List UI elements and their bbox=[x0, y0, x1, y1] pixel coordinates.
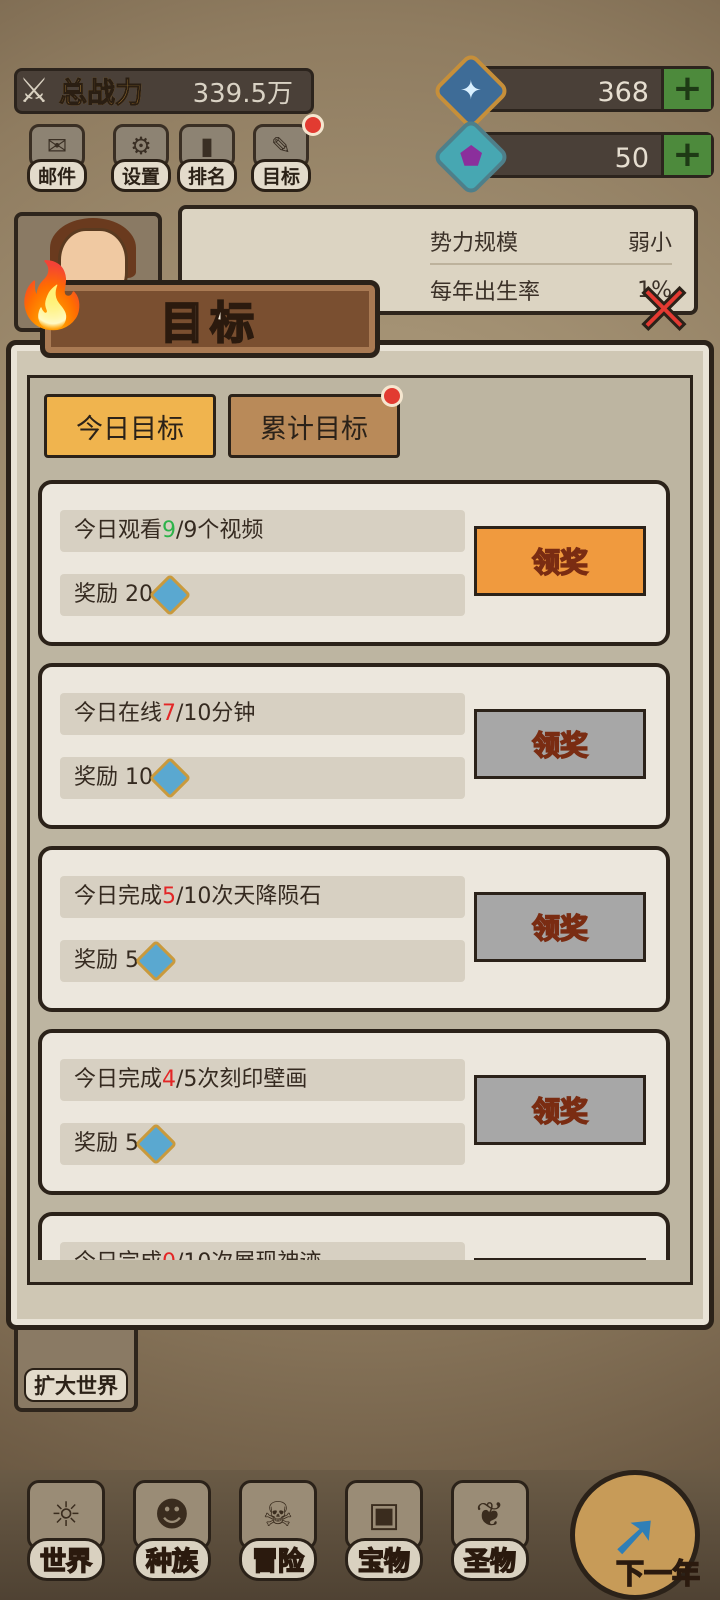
nav-adventure[interactable]: ☠ 冒险 bbox=[224, 1480, 332, 1590]
goal-list[interactable]: 今日观看9/9个视频 奖励 20 领奖 今日在线7/10分钟 奖励 10 领奖 … bbox=[34, 480, 686, 1260]
crystal-icon bbox=[134, 939, 178, 983]
goal-item: 今日完成5/10次天降陨石 奖励 5 领奖 bbox=[38, 846, 670, 1012]
tab-cumulative-goals[interactable]: 累计目标 bbox=[228, 385, 403, 458]
mail-button[interactable]: ✉ 邮件 bbox=[12, 124, 102, 192]
reward-label: 奖励 bbox=[74, 765, 119, 790]
nav-label: 宝物 bbox=[344, 1538, 423, 1581]
currency-purple-gem-panel: ⬟ 50 + bbox=[431, 117, 714, 197]
info-row-scale: 势力规模 弱小 bbox=[430, 219, 672, 265]
purple-gem-icon: ⬟ bbox=[431, 117, 511, 197]
goal-description: 今日观看9/9个视频 bbox=[60, 510, 465, 552]
goal-reward: 奖励 20 bbox=[60, 573, 465, 617]
claim-reward-button[interactable]: 领奖 bbox=[474, 1075, 646, 1145]
goal-reward: 奖励 10 bbox=[60, 756, 465, 800]
nav-treasure[interactable]: ▣ 宝物 bbox=[330, 1480, 438, 1590]
expand-world-label: 扩大世界 bbox=[24, 1368, 128, 1402]
dialog-title: 目标 bbox=[159, 297, 260, 350]
goal-target: /5次刻印壁画 bbox=[176, 1067, 308, 1092]
goal-text: 今日完成 bbox=[74, 1250, 162, 1260]
claim-reward-button[interactable]: 领奖 bbox=[474, 709, 646, 779]
goal-description: 今日完成0/10次展现神迹 bbox=[60, 1242, 465, 1260]
top-bar: ⚔ 总战力 339.5万 ✦ 368 + ⬟ 50 + ✉ 邮件 ⚙ 设置 ▮ … bbox=[0, 0, 720, 200]
tab-label: 累计目标 bbox=[260, 413, 368, 445]
tab-daily-goals[interactable]: 今日目标 bbox=[44, 394, 216, 458]
crystal-value: 368 bbox=[597, 77, 649, 108]
nav-world[interactable]: ☼ 世界 bbox=[12, 1480, 120, 1590]
crystal-icon bbox=[148, 756, 192, 800]
goals-dialog: 目标 🔥 ✕ 今日目标 累计目标 今日观看9/9个视频 奖励 20 领奖 今日在… bbox=[6, 259, 714, 1340]
goal-text: 今日在线 bbox=[74, 701, 163, 726]
goal-progress: 5 bbox=[162, 884, 177, 909]
goal-target: /9个视频 bbox=[176, 518, 264, 543]
sword-icon: ⚔ bbox=[18, 71, 50, 111]
goal-target: /10分钟 bbox=[176, 701, 256, 726]
goals-button[interactable]: ✎ 目标 bbox=[236, 114, 326, 192]
claim-reward-button[interactable]: 领奖 bbox=[474, 526, 646, 596]
claim-reward-button[interactable]: 领奖 bbox=[474, 1258, 646, 1260]
reward-label: 奖励 bbox=[74, 948, 119, 973]
nav-label: 圣物 bbox=[450, 1538, 529, 1581]
goal-item: 今日完成4/5次刻印壁画 奖励 5 领奖 bbox=[38, 1029, 670, 1195]
goal-target: /10次展现神迹 bbox=[176, 1250, 321, 1260]
crystal-gem-icon: ✦ bbox=[431, 51, 511, 131]
combat-power-value: 339.5万 bbox=[192, 78, 293, 109]
crystal-icon bbox=[148, 573, 192, 617]
add-crystal-button[interactable]: + bbox=[661, 69, 711, 109]
goal-description: 今日完成5/10次天降陨石 bbox=[60, 876, 465, 918]
tab-label: 今日目标 bbox=[76, 413, 184, 445]
goal-item: 今日观看9/9个视频 奖励 20 领奖 bbox=[38, 480, 670, 646]
goal-reward: 奖励 5 bbox=[60, 1122, 465, 1166]
goal-progress: 7 bbox=[162, 701, 177, 726]
goal-item: 今日在线7/10分钟 奖励 10 领奖 bbox=[38, 663, 670, 829]
nav-label: 冒险 bbox=[238, 1538, 317, 1581]
goal-text: 今日完成 bbox=[74, 884, 163, 909]
purple-gem-value: 50 bbox=[614, 143, 649, 174]
goal-text: 今日完成 bbox=[74, 1067, 163, 1092]
reward-label: 奖励 bbox=[74, 1131, 119, 1156]
goal-item: 今日完成0/10次展现神迹 领奖 bbox=[38, 1212, 670, 1260]
combat-power-label: 总战力 bbox=[58, 71, 143, 111]
combat-power-panel: ⚔ 总战力 339.5万 bbox=[14, 68, 314, 114]
currency-crystal-panel: ✦ 368 + bbox=[431, 51, 714, 131]
add-purple-gem-button[interactable]: + bbox=[661, 135, 711, 175]
reward-value: 20 bbox=[125, 582, 154, 607]
next-year-button[interactable]: ➚ 下一年 bbox=[560, 1460, 710, 1600]
goals-label: 目标 bbox=[250, 159, 311, 192]
reward-label: 奖励 bbox=[74, 582, 119, 607]
crystal-icon bbox=[134, 1122, 178, 1166]
goal-target: /10次天降陨石 bbox=[176, 884, 322, 909]
goal-progress: 4 bbox=[162, 1067, 177, 1092]
reward-value: 10 bbox=[125, 765, 154, 790]
notification-dot bbox=[302, 114, 324, 136]
goal-description: 今日在线7/10分钟 bbox=[60, 693, 465, 735]
bottom-navigation: ☼ 世界 ☻ 种族 ☠ 冒险 ▣ 宝物 ❦ 圣物 ➚ 下一年 bbox=[0, 1470, 720, 1600]
goal-description: 今日完成4/5次刻印壁画 bbox=[60, 1059, 465, 1101]
next-year-label: 下一年 bbox=[615, 1556, 701, 1591]
nav-tribe[interactable]: ☻ 种族 bbox=[118, 1480, 226, 1590]
flame-icon: 🔥 bbox=[12, 259, 92, 333]
goal-reward: 奖励 5 bbox=[60, 939, 465, 983]
nav-relic[interactable]: ❦ 圣物 bbox=[436, 1480, 544, 1590]
info-label: 势力规模 bbox=[430, 231, 519, 256]
claim-reward-button[interactable]: 领奖 bbox=[474, 892, 646, 962]
ranking-label: 排名 bbox=[176, 159, 237, 192]
goal-text: 今日观看 bbox=[74, 518, 163, 543]
goal-progress: 9 bbox=[162, 518, 177, 543]
nav-label: 种族 bbox=[132, 1538, 211, 1581]
info-value: 弱小 bbox=[627, 231, 672, 256]
notification-dot bbox=[381, 385, 403, 407]
close-icon[interactable]: ✕ bbox=[624, 269, 704, 352]
mail-label: 邮件 bbox=[26, 159, 87, 192]
goal-progress: 0 bbox=[162, 1250, 176, 1260]
nav-label: 世界 bbox=[26, 1538, 105, 1581]
